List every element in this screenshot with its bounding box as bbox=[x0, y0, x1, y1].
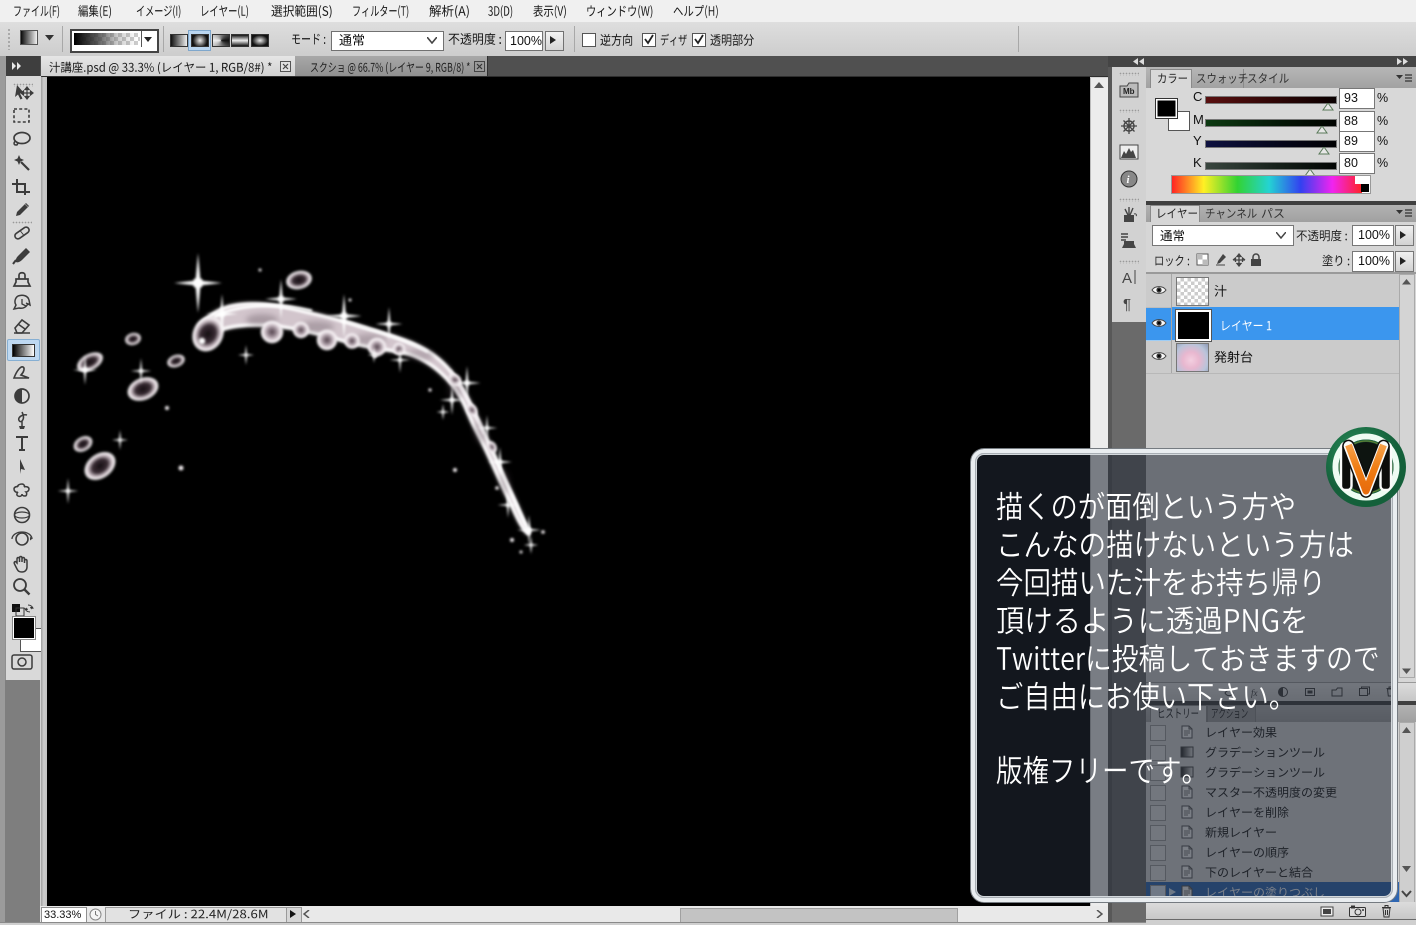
svg-text:A: A bbox=[1122, 270, 1132, 287]
svg-text:¶: ¶ bbox=[1123, 296, 1131, 313]
svg-text:Mb: Mb bbox=[1123, 87, 1135, 96]
